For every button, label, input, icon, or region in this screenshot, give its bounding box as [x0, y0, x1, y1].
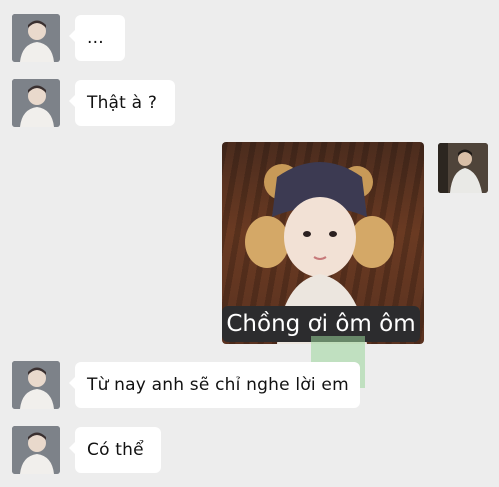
message-bubble[interactable]: ... — [69, 15, 125, 61]
contact-avatar[interactable] — [12, 361, 60, 409]
message-bubble[interactable]: Từ nay anh sẽ chỉ nghe lời em — [69, 362, 360, 408]
contact-avatar[interactable] — [12, 79, 60, 127]
contact-avatar[interactable] — [12, 14, 60, 62]
message-bubble[interactable]: Có thể — [69, 427, 161, 473]
person-photo-icon — [12, 426, 60, 474]
person-photo-icon — [12, 79, 60, 127]
message-bubble[interactable]: Thật à ? — [69, 80, 175, 126]
user-avatar[interactable] — [438, 143, 488, 193]
chat-window: ... Thật à ? Chồng ơi ôm ôm Từ nay anh s… — [0, 0, 499, 487]
person-photo-icon — [12, 14, 60, 62]
contact-avatar[interactable] — [12, 426, 60, 474]
person-photo-icon — [438, 143, 488, 193]
person-photo-icon — [12, 361, 60, 409]
